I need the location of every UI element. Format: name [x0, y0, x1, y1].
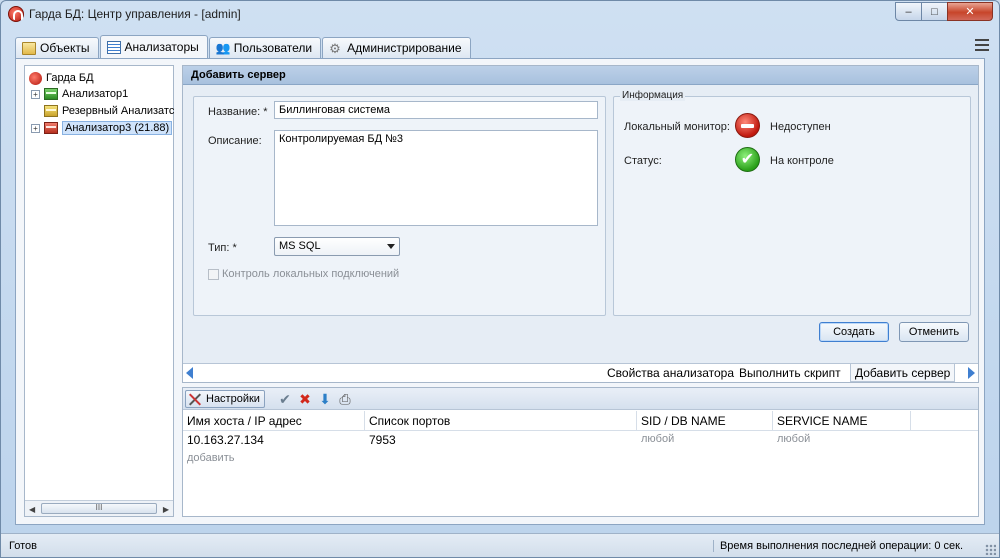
status-label: Статус: [624, 155, 662, 167]
checkbox-box[interactable] [208, 268, 219, 280]
app-window: Гарда БД: Центр управления - [admin] – □… [0, 0, 1000, 558]
status-text: Готов [9, 540, 37, 552]
tab-administration[interactable]: ⚙ Администрирование [322, 37, 471, 58]
column-header[interactable]: Список портов [365, 411, 637, 431]
info-group: Информация Локальный монитор: Недоступен… [613, 90, 971, 316]
analyzer-tree: Гарда БД + Анализатор1 Резервный Анализа… [24, 65, 174, 517]
maximize-button[interactable]: □ [921, 2, 948, 21]
users-icon: 👥 [215, 40, 231, 55]
info-legend: Информация [620, 90, 686, 101]
tab-label: Анализаторы [124, 40, 199, 54]
type-label: Тип: * [208, 242, 237, 254]
server-green-icon [44, 88, 58, 100]
scroll-right-icon[interactable] [968, 367, 975, 379]
settings-button[interactable]: Настройки [185, 390, 265, 408]
chevron-down-icon [387, 244, 395, 249]
main-content: Гарда БД + Анализатор1 Резервный Анализа… [15, 58, 985, 525]
tree-root[interactable]: Гарда БД [29, 70, 94, 86]
check-icon: ✔ [735, 147, 760, 172]
tree-horizontal-scrollbar[interactable]: ◀ III ▶ [25, 500, 173, 516]
tab-run-script[interactable]: Выполнить скрипт [735, 364, 845, 382]
ports-cell[interactable]: 7953 [369, 433, 396, 447]
add-server-panel: Добавить сервер Название: * Биллинговая … [182, 65, 979, 383]
description-field[interactable]: Контролируемая БД №3 [274, 130, 598, 226]
unavailable-icon [735, 113, 760, 138]
tab-label: Объекты [40, 41, 90, 55]
panel-tab-strip: Свойства анализатора Выполнить скрипт До… [183, 363, 978, 382]
connections-table: Имя хоста / IP адрес Список портов SID /… [183, 411, 978, 469]
local-connections-label: Контроль локальных подключений [222, 268, 400, 280]
analyzers-icon [106, 40, 121, 54]
service-cell[interactable]: любой [777, 433, 810, 445]
export-icon[interactable]: ⬇ [317, 391, 333, 407]
tree-root-label: Гарда БД [46, 72, 94, 84]
scroll-right-icon[interactable]: ▶ [163, 505, 169, 514]
app-logo-icon [29, 71, 42, 85]
name-label: Название: * [208, 106, 268, 118]
expand-icon[interactable]: + [31, 123, 40, 133]
delete-icon[interactable]: ✖ [297, 391, 313, 407]
add-row-link[interactable]: добавить [187, 452, 234, 464]
local-monitor-value: Недоступен [770, 121, 831, 133]
cancel-button[interactable]: Отменить [899, 322, 969, 342]
menu-icon[interactable] [975, 39, 989, 51]
tab-label: Пользователи [233, 41, 313, 55]
tree-item-label: Анализатор3 (21.88) [62, 121, 173, 135]
tree-item-label: Резервный Анализатс [62, 105, 175, 117]
resize-grip-icon[interactable] [985, 544, 996, 555]
minimize-button[interactable]: – [895, 2, 922, 21]
description-label: Описание: [208, 135, 262, 147]
connections-panel: Настройки ✔ ✖ ⬇ ⎙ Имя хоста / IP адрес С… [182, 387, 979, 517]
window-controls: – □ ✕ [895, 2, 993, 21]
tree-item-label: Анализатор1 [62, 88, 129, 100]
connections-toolbar: Настройки ✔ ✖ ⬇ ⎙ [183, 388, 978, 410]
print-icon[interactable]: ⎙ [337, 391, 353, 407]
expand-icon[interactable]: + [31, 89, 40, 99]
tab-analyzers[interactable]: Анализаторы [99, 35, 208, 58]
tree-item-analyzer3[interactable]: + Анализатор3 (21.88) [31, 120, 173, 136]
window-title: Гарда БД: Центр управления - [admin] [29, 7, 241, 21]
column-header[interactable]: SID / DB NAME [637, 411, 773, 431]
add-row[interactable]: добавить [183, 450, 978, 469]
create-button[interactable]: Создать [819, 322, 889, 342]
tree-item-backup-analyzer[interactable]: Резервный Анализатс [44, 103, 174, 119]
server-form: Название: * Биллинговая система Описание… [193, 96, 606, 316]
type-select[interactable]: MS SQL [274, 237, 400, 256]
folder-icon [22, 41, 36, 55]
table-row[interactable]: 10.163.27.134 7953 любой любой [183, 431, 978, 450]
app-logo-icon [8, 6, 24, 22]
status-bar: Готов Время выполнения последней операци… [1, 533, 999, 557]
gear-icon: ⚙ [329, 40, 341, 56]
title-bar[interactable]: Гарда БД: Центр управления - [admin] – □… [1, 1, 999, 27]
local-connections-checkbox[interactable]: Контроль локальных подключений [208, 268, 399, 280]
type-select-value: MS SQL [279, 240, 321, 252]
column-header[interactable]: Имя хоста / IP адрес [183, 411, 365, 431]
settings-label: Настройки [206, 393, 260, 405]
last-operation-time: Время выполнения последней операции: 0 с… [712, 540, 963, 552]
tab-users[interactable]: 👥 Пользователи [208, 37, 322, 58]
host-cell[interactable]: 10.163.27.134 [187, 433, 264, 447]
tab-objects[interactable]: Объекты [15, 37, 99, 58]
main-tabs: Объекты Анализаторы 👥 Пользователи ⚙ Адм… [15, 35, 472, 58]
scroll-left-icon[interactable] [186, 367, 193, 379]
status-value: На контроле [770, 155, 834, 167]
tools-icon [188, 393, 202, 405]
tab-add-server[interactable]: Добавить сервер [850, 364, 956, 382]
name-field[interactable]: Биллинговая система [274, 101, 598, 119]
tree-item-analyzer1[interactable]: + Анализатор1 [31, 86, 128, 102]
table-header: Имя хоста / IP адрес Список портов SID /… [183, 411, 978, 431]
tab-label: Администрирование [347, 41, 462, 55]
panel-title: Добавить сервер [183, 66, 978, 85]
scroll-thumb[interactable]: III [41, 503, 157, 514]
column-header[interactable]: SERVICE NAME [773, 411, 911, 431]
server-red-icon [44, 122, 58, 134]
server-yellow-icon [44, 105, 58, 117]
sid-cell[interactable]: любой [641, 433, 674, 445]
tab-analyzer-properties[interactable]: Свойства анализатора [603, 364, 738, 382]
apply-icon[interactable]: ✔ [277, 391, 293, 407]
close-button[interactable]: ✕ [947, 2, 993, 21]
scroll-left-icon[interactable]: ◀ [29, 505, 35, 514]
local-monitor-label: Локальный монитор: [624, 121, 730, 133]
